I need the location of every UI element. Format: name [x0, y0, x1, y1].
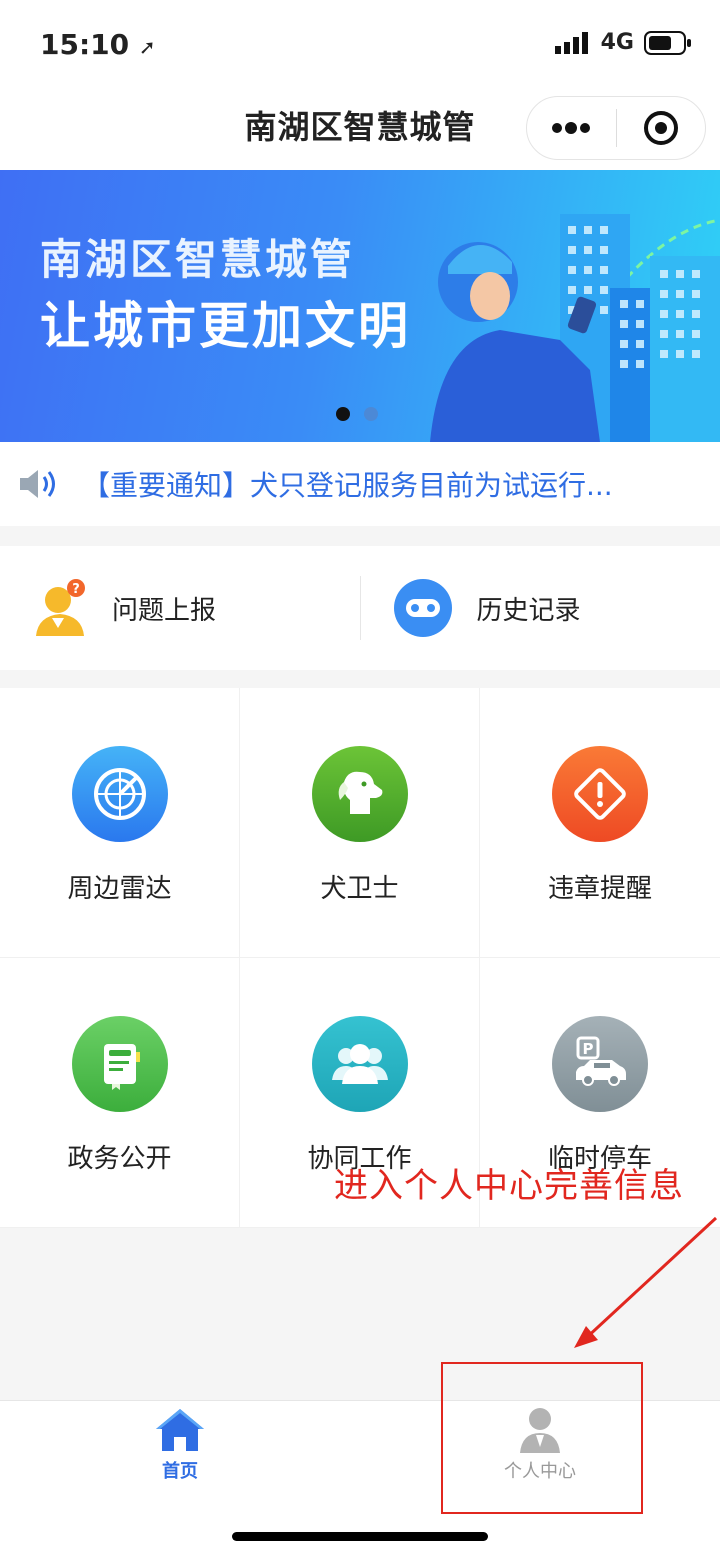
- status-time: 15:10 ➚: [40, 28, 156, 61]
- home-icon: [156, 1409, 204, 1451]
- service-label: 违章提醒: [547, 874, 652, 904]
- tab-home-label: 首页: [162, 1461, 198, 1482]
- target-close-icon: [643, 111, 678, 145]
- radar-icon: [71, 746, 168, 842]
- service-grid: 周边雷达 犬卫士 违章提醒 政务公开 协同工作 P 临时停车: [0, 688, 720, 1228]
- status-bar: 15:10 ➚ 4G: [0, 0, 720, 88]
- tab-home[interactable]: 首页: [80, 1407, 280, 1497]
- report-person-icon: ?: [36, 579, 85, 636]
- report-issue-button[interactable]: ? 问题上报: [0, 546, 360, 670]
- group-icon: [311, 1016, 408, 1112]
- warning-icon: [552, 746, 648, 842]
- quick-actions: ? 问题上报 历史记录: [0, 546, 720, 670]
- annotation-highlight-box: [441, 1362, 643, 1514]
- banner-slogan: 让城市更加文明: [40, 297, 411, 355]
- service-label: 犬卫士: [320, 874, 399, 904]
- signal-icon: [554, 31, 588, 54]
- banner-carousel[interactable]: 南湖区智慧城管 让城市更加文明: [0, 170, 720, 442]
- service-dog-guard[interactable]: 犬卫士: [240, 688, 480, 958]
- location-arrow-icon: ➚: [138, 35, 156, 59]
- service-gov-affairs[interactable]: 政务公开: [0, 958, 240, 1228]
- report-issue-label: 问题上报: [112, 595, 217, 626]
- mini-program-capsule: [526, 96, 706, 160]
- history-button[interactable]: 历史记录: [361, 546, 720, 670]
- more-button[interactable]: [527, 97, 616, 159]
- dog-icon: [311, 746, 408, 842]
- speaker-icon: [20, 470, 55, 498]
- history-label: 历史记录: [476, 595, 581, 626]
- service-label: 政务公开: [67, 1144, 172, 1174]
- network-label: 4G: [600, 30, 634, 55]
- parking-car-icon: P: [552, 1016, 648, 1112]
- nav-bar: 南湖区智慧城管: [0, 88, 720, 170]
- service-violation-alert[interactable]: 违章提醒: [480, 688, 720, 958]
- history-icon: [393, 579, 452, 637]
- svg-text:P: P: [583, 1040, 594, 1058]
- notice-bar[interactable]: 【重要通知】犬只登记服务目前为试运行...: [0, 442, 720, 526]
- close-mini-program-button[interactable]: [617, 97, 706, 159]
- service-radar[interactable]: 周边雷达: [0, 688, 240, 958]
- service-label: 周边雷达: [67, 874, 172, 904]
- carousel-dot[interactable]: [364, 407, 378, 421]
- status-indicators: 4G: [554, 30, 692, 55]
- home-indicator[interactable]: [232, 1532, 488, 1541]
- notice-text: 【重要通知】犬只登记服务目前为试运行...: [82, 469, 613, 502]
- svg-text:?: ?: [72, 582, 80, 597]
- banner-title: 南湖区智慧城管: [40, 235, 356, 284]
- annotation-text: 进入个人中心完善信息: [334, 1166, 684, 1206]
- more-dots-icon: [552, 122, 591, 134]
- document-icon: [71, 1016, 168, 1112]
- carousel-dot-active[interactable]: [336, 407, 350, 421]
- battery-icon: [644, 30, 691, 55]
- carousel-indicator: [336, 407, 378, 421]
